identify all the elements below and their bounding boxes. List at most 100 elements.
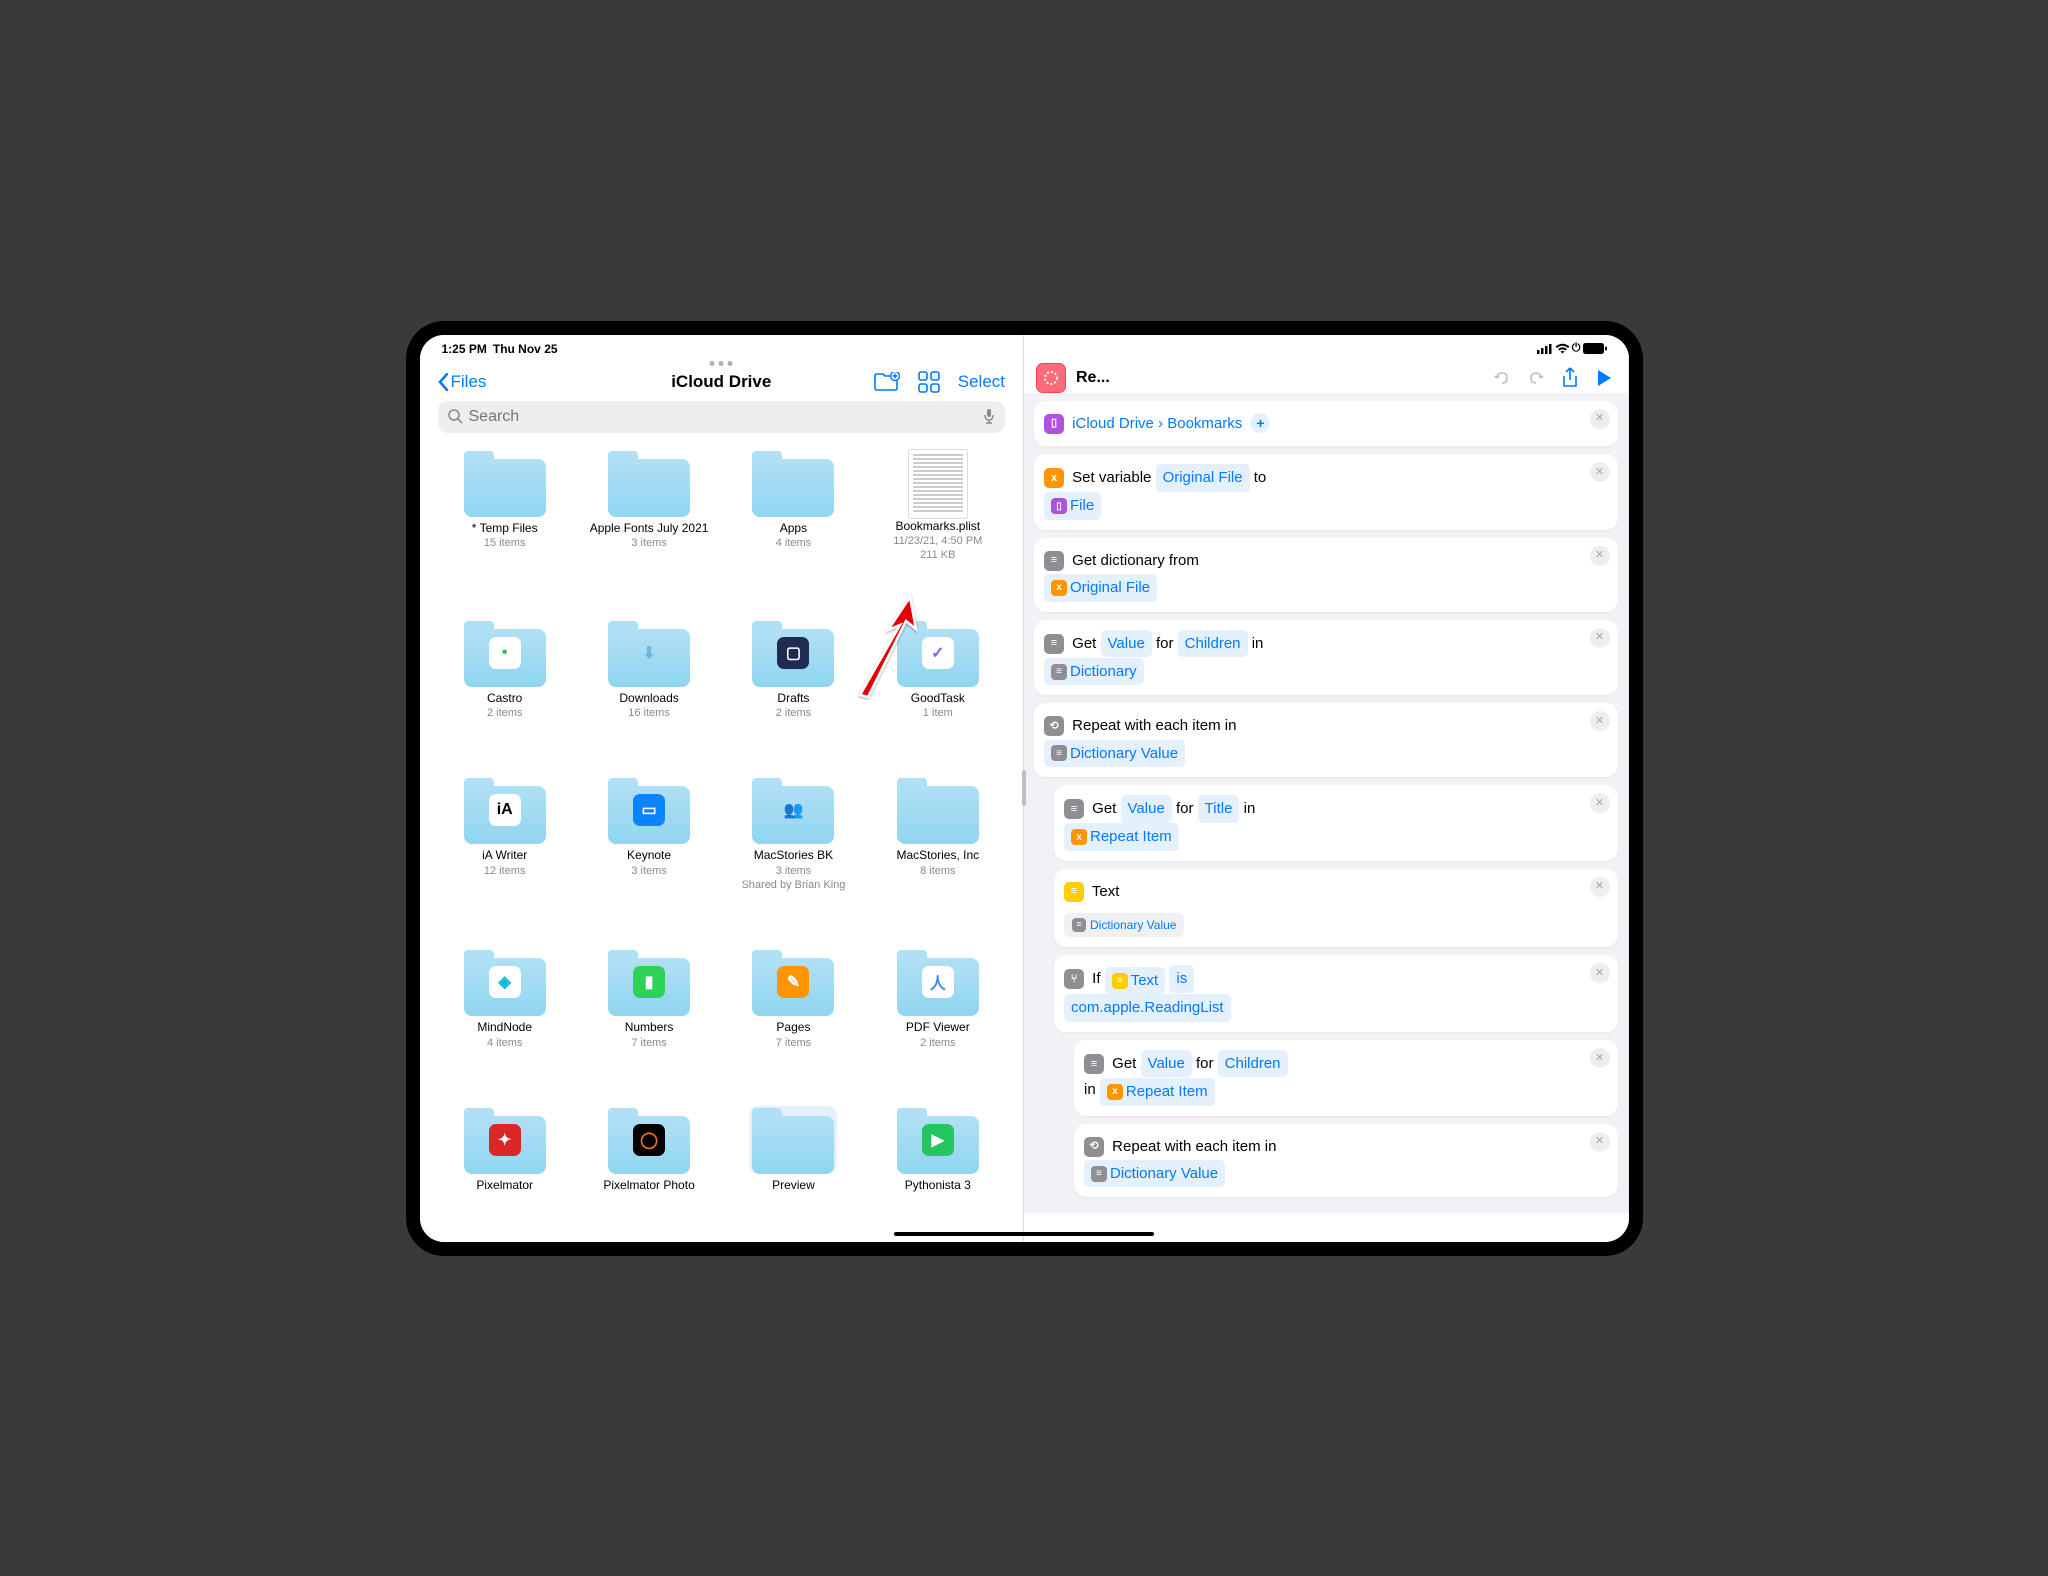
file-meta: Shared by Brian King [741, 878, 845, 892]
file-name: * Temp Files [472, 521, 538, 537]
file-item[interactable]: ⬇Downloads16 items [582, 619, 716, 759]
file-icon [908, 449, 968, 519]
home-indicator[interactable] [894, 1232, 1154, 1236]
file-name: Downloads [619, 691, 678, 707]
file-item[interactable]: 👥MacStories BK3 itemsShared by Brian Kin… [726, 776, 860, 930]
shortcuts-sidebar: Done Categories Apps ≣All Actions♡Favori… [1024, 1213, 1219, 1241]
variable-target[interactable]: ▯File [1044, 492, 1101, 520]
shortcut-icon[interactable] [1036, 363, 1066, 393]
action-text[interactable]: ≡ Text ✕ ≡Dictionary Value [1054, 869, 1618, 947]
share-button[interactable] [1558, 366, 1582, 390]
file-meta: 3 items [631, 864, 666, 878]
file-item[interactable]: Bookmarks.plist11/23/21, 4:50 PM211 KB [871, 449, 1005, 601]
action-repeat[interactable]: ⟲ Repeat with each item in ≡Dictionary V… [1074, 1124, 1618, 1198]
dict-source[interactable]: xOriginal File [1044, 574, 1157, 602]
remove-action-button[interactable]: ✕ [1590, 793, 1610, 813]
folder-icon: ▶ [894, 1106, 982, 1174]
split-view-handle[interactable] [1022, 770, 1026, 806]
file-name: Pages [776, 1020, 810, 1036]
loading-icon [1042, 369, 1060, 387]
file-name: MindNode [477, 1020, 532, 1036]
file-name: Preview [772, 1178, 815, 1194]
folder-icon [894, 776, 982, 844]
remove-action-button[interactable]: ✕ [1590, 409, 1610, 429]
file-name: PDF Viewer [906, 1020, 970, 1036]
file-item[interactable]: Preview [726, 1106, 860, 1231]
text-content-token[interactable]: ≡Dictionary Value [1064, 913, 1184, 937]
file-item[interactable]: ▭Keynote3 items [582, 776, 716, 930]
file-item[interactable]: ◈MindNode4 items [438, 948, 572, 1088]
file-meta: 3 items [631, 536, 666, 550]
file-meta: 2 items [776, 706, 811, 720]
file-item[interactable]: * Temp Files15 items [438, 449, 572, 601]
file-item[interactable]: ✎Pages7 items [726, 948, 860, 1088]
remove-action-button[interactable]: ✕ [1590, 877, 1610, 897]
breadcrumb-root[interactable]: iCloud Drive [1072, 415, 1154, 432]
new-folder-icon[interactable] [874, 372, 900, 392]
action-get-value[interactable]: ≡ Get Value for Title in xRepeat Item ✕ [1054, 785, 1618, 861]
file-name: Drafts [777, 691, 809, 707]
back-button[interactable]: Files [438, 372, 487, 392]
file-item[interactable]: ◯Pixelmator Photo [582, 1106, 716, 1231]
file-item[interactable]: ✦Pixelmator [438, 1106, 572, 1231]
file-meta: 1 item [923, 706, 953, 720]
action-if[interactable]: ⑂ If ≡Text is com.apple.ReadingList ✕ [1054, 955, 1618, 1032]
file-item[interactable]: ▶Pythonista 3 [871, 1106, 1005, 1231]
shortcut-title[interactable]: Re... [1076, 369, 1480, 387]
files-grid[interactable]: * Temp Files15 itemsApple Fonts July 202… [420, 439, 1024, 1242]
search-input[interactable] [469, 408, 978, 426]
file-item[interactable]: ✓GoodTask1 item [871, 619, 1005, 759]
add-path-button[interactable]: + [1250, 413, 1270, 433]
remove-action-button[interactable]: ✕ [1590, 1048, 1610, 1068]
folder-icon [461, 449, 549, 517]
select-button[interactable]: Select [958, 372, 1005, 392]
file-name: Pixelmator [476, 1178, 533, 1194]
breadcrumb-folder[interactable]: Bookmarks [1167, 415, 1242, 432]
file-item[interactable]: Apple Fonts July 20213 items [582, 449, 716, 601]
remove-action-button[interactable]: ✕ [1590, 628, 1610, 648]
file-item[interactable]: 人PDF Viewer2 items [871, 948, 1005, 1088]
file-item[interactable]: ▢Drafts2 items [726, 619, 860, 759]
signal-icon [1537, 343, 1553, 354]
remove-action-button[interactable]: ✕ [1590, 963, 1610, 983]
view-grid-icon[interactable] [918, 371, 940, 393]
files-search[interactable] [438, 401, 1006, 433]
mic-icon[interactable] [983, 408, 995, 425]
file-name: Apps [780, 521, 807, 537]
file-item[interactable]: MacStories, Inc8 items [871, 776, 1005, 930]
run-button[interactable] [1592, 366, 1616, 390]
remove-action-button[interactable]: ✕ [1590, 546, 1610, 566]
file-name: Pixelmator Photo [603, 1178, 694, 1194]
back-label: Files [451, 372, 487, 392]
remove-action-button[interactable]: ✕ [1590, 711, 1610, 731]
file-meta: 4 items [487, 1036, 522, 1050]
remove-action-button[interactable]: ✕ [1590, 462, 1610, 482]
remove-action-button[interactable]: ✕ [1590, 1132, 1610, 1152]
undo-button[interactable] [1490, 366, 1514, 390]
redo-button[interactable] [1524, 366, 1548, 390]
file-item[interactable]: •Castro2 items [438, 619, 572, 759]
folder-icon: ⬇ [605, 619, 693, 687]
file-item[interactable]: iAiA Writer12 items [438, 776, 572, 930]
shortcut-actions-list[interactable]: ▯ iCloud Drive › Bookmarks + ✕ x Set var… [1024, 393, 1628, 1214]
folder-icon: 👥 [749, 776, 837, 844]
action-set-variable[interactable]: x Set variable Original File to ▯File ✕ [1034, 454, 1618, 530]
status-date: Thu Nov 25 [493, 342, 558, 356]
folder-icon: ▮ [605, 948, 693, 1016]
file-name: MacStories BK [754, 848, 833, 864]
file-meta: 7 items [631, 1036, 666, 1050]
action-get-value[interactable]: ≡ Get Value for Children in ≡Dictionary … [1034, 620, 1618, 696]
file-name: iA Writer [482, 848, 527, 864]
folder-icon: ✎ [749, 948, 837, 1016]
action-get-value[interactable]: ≡ Get Value for Children in xRepeat Item… [1074, 1040, 1618, 1116]
file-meta: 4 items [776, 536, 811, 550]
variable-name[interactable]: Original File [1156, 464, 1250, 492]
file-item[interactable]: ▮Numbers7 items [582, 948, 716, 1088]
action-repeat[interactable]: ⟲ Repeat with each item in ≡Dictionary V… [1034, 703, 1618, 777]
action-folder[interactable]: ▯ iCloud Drive › Bookmarks + ✕ [1034, 401, 1618, 447]
text-icon: ≡ [1064, 882, 1084, 902]
file-name: Castro [487, 691, 522, 707]
action-get-dictionary[interactable]: ≡ Get dictionary from xOriginal File ✕ [1034, 538, 1618, 612]
file-item[interactable]: Apps4 items [726, 449, 860, 601]
wifi-icon [1555, 343, 1570, 354]
